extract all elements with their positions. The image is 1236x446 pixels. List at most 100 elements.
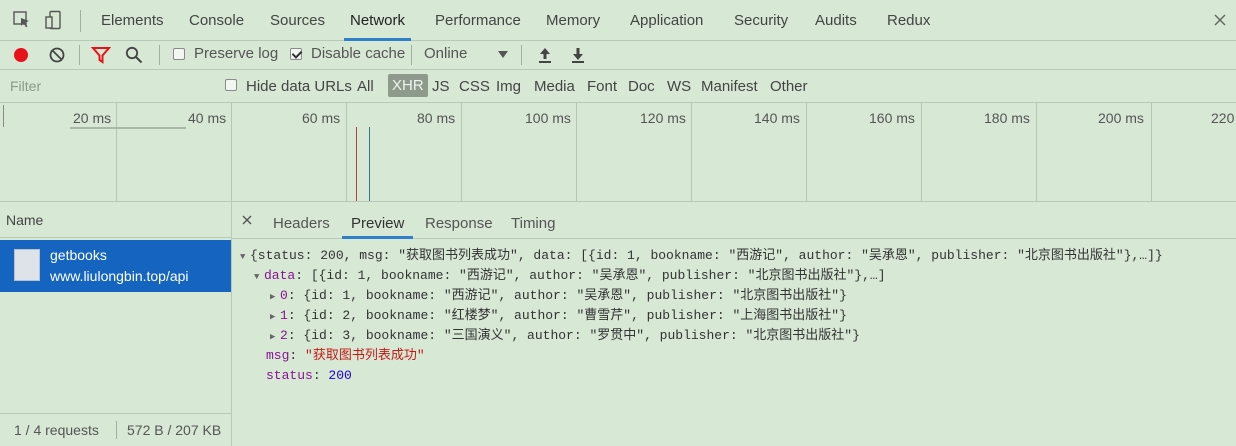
filter-type-media[interactable]: Media: [534, 78, 575, 95]
timeline-tick-label: 60 ms: [302, 110, 341, 126]
filter-input[interactable]: [0, 72, 215, 100]
tab-security[interactable]: Security: [734, 0, 788, 40]
toolbar-separator: [521, 45, 522, 65]
close-icon[interactable]: [242, 215, 252, 225]
tab-console[interactable]: Console: [189, 0, 244, 40]
request-detail-panel: Headers Preview Response Timing ▼ {status…: [232, 202, 1236, 446]
json-root-line[interactable]: ▼ {status: 200, msg: "获取图书列表成功", data: [{…: [240, 246, 1163, 266]
record-icon[interactable]: [11, 45, 31, 65]
toolbar-separator: [159, 45, 160, 65]
main-tab-bar: Elements Console Sources Network Perform…: [0, 0, 1236, 41]
json-data-line[interactable]: ▼ data: [{id: 1, bookname: "西游记", author:…: [254, 266, 886, 286]
timeline-gridline: [1036, 103, 1037, 201]
timeline-tick-label: 160 ms: [869, 110, 915, 126]
json-key: data: [264, 268, 296, 283]
transfer-size: 572 B / 207 KB: [127, 422, 222, 438]
filter-type-all[interactable]: All: [357, 78, 374, 95]
filter-type-doc[interactable]: Doc: [628, 78, 655, 95]
collapsed-triangle-icon[interactable]: ▶: [270, 327, 280, 347]
json-data-summary: [{id: 1, bookname: "西游记", author: "吴承恩",…: [310, 268, 886, 283]
timeline-gridline: [116, 103, 117, 201]
name-column-header[interactable]: Name: [0, 202, 231, 238]
timeline-tick-label: 220: [1211, 110, 1235, 126]
export-har-icon[interactable]: [568, 45, 588, 65]
timeline-gridline: [576, 103, 577, 201]
preserve-log-checkbox[interactable]: [173, 48, 185, 60]
json-number-value: 200: [328, 368, 352, 383]
chevron-down-icon[interactable]: [498, 51, 508, 58]
preserve-log-label: Preserve log: [194, 45, 279, 62]
device-toolbar-icon[interactable]: [44, 10, 64, 30]
tab-redux[interactable]: Redux: [887, 0, 930, 40]
filter-type-xhr[interactable]: XHR: [388, 74, 428, 97]
json-status-line: status: 200: [266, 368, 352, 383]
tab-sources[interactable]: Sources: [270, 0, 325, 40]
disable-cache-label: Disable cache: [311, 45, 406, 62]
filter-type-css[interactable]: CSS: [459, 78, 490, 95]
filter-type-js[interactable]: JS: [432, 78, 450, 95]
json-key: status: [266, 368, 313, 383]
tab-elements[interactable]: Elements: [101, 0, 164, 40]
timeline-gridline: [461, 103, 462, 201]
close-devtools-icon[interactable]: [1212, 12, 1228, 28]
collapsed-triangle-icon[interactable]: ▶: [270, 287, 280, 307]
hide-data-urls-checkbox[interactable]: [225, 79, 237, 91]
tab-application[interactable]: Application: [630, 0, 703, 40]
json-key: msg: [266, 348, 290, 363]
filter-icon[interactable]: [91, 45, 111, 65]
tab-response[interactable]: Response: [425, 202, 493, 238]
clear-icon[interactable]: [47, 45, 67, 65]
json-array-item[interactable]: ▶ 0: {id: 1, bookname: "西游记", author: "吴承…: [270, 286, 847, 306]
timeline-overview[interactable]: 20 ms 40 ms 60 ms 80 ms 100 ms 120 ms 14…: [0, 103, 1236, 202]
filter-type-manifest[interactable]: Manifest: [701, 78, 758, 95]
tab-timing[interactable]: Timing: [511, 202, 555, 238]
json-msg-line: msg: "获取图书列表成功": [266, 348, 425, 363]
filter-type-img[interactable]: Img: [496, 78, 521, 95]
json-preview: ▼ {status: 200, msg: "获取图书列表成功", data: [{…: [232, 242, 1236, 442]
json-string-value: "获取图书列表成功": [305, 348, 425, 363]
json-array-item[interactable]: ▶ 1: {id: 2, bookname: "红楼梦", author: "曹雪…: [270, 306, 847, 326]
filter-type-other[interactable]: Other: [770, 78, 808, 95]
json-array-item[interactable]: ▶ 2: {id: 3, bookname: "三国演义", author: "罗…: [270, 326, 860, 346]
tab-memory[interactable]: Memory: [546, 0, 600, 40]
timeline-tick-label: 200 ms: [1098, 110, 1144, 126]
expanded-triangle-icon[interactable]: ▼: [240, 247, 250, 267]
network-status-bar: 1 / 4 requests 572 B / 207 KB: [0, 413, 231, 446]
load-event-marker: [369, 127, 370, 201]
json-item-summary: {id: 2, bookname: "红楼梦", author: "曹雪芹", …: [303, 308, 847, 323]
tab-audits[interactable]: Audits: [815, 0, 857, 40]
document-icon: [14, 249, 40, 281]
search-icon[interactable]: [124, 45, 144, 65]
json-root-summary: {status: 200, msg: "获取图书列表成功", data: [{i…: [250, 248, 1163, 263]
json-key: 0: [280, 288, 288, 303]
timeline-selection-handle[interactable]: [3, 105, 4, 127]
expanded-triangle-icon[interactable]: ▼: [254, 267, 264, 287]
timeline-tick-label: 100 ms: [525, 110, 571, 126]
json-key: 2: [280, 328, 288, 343]
detail-tab-bar: Headers Preview Response Timing: [232, 202, 1236, 239]
tab-performance[interactable]: Performance: [435, 0, 521, 40]
filter-bar: Hide data URLs All XHR JS CSS Img Media …: [0, 70, 1236, 103]
filter-type-font[interactable]: Font: [587, 78, 617, 95]
collapsed-triangle-icon[interactable]: ▶: [270, 307, 280, 327]
timeline-tick-label: 120 ms: [640, 110, 686, 126]
request-name: getbooks: [50, 247, 107, 263]
tab-preview[interactable]: Preview: [341, 202, 414, 239]
toolbar-separator: [411, 45, 412, 65]
timeline-gridline: [691, 103, 692, 201]
throttling-select[interactable]: Online: [424, 45, 467, 62]
devtools-window: Elements Console Sources Network Perform…: [0, 0, 1236, 446]
disable-cache-checkbox[interactable]: [290, 48, 302, 60]
status-separator: [116, 421, 117, 439]
inspect-element-icon[interactable]: [12, 10, 32, 30]
filter-type-ws[interactable]: WS: [667, 78, 691, 95]
request-row[interactable]: getbooks www.liulongbin.top/api: [0, 240, 231, 292]
timeline-gridline: [1151, 103, 1152, 201]
network-toolbar: Preserve log Disable cache Online: [0, 41, 1236, 70]
dom-content-loaded-marker: [356, 127, 357, 201]
timeline-tick-label: 40 ms: [188, 110, 227, 126]
tab-network[interactable]: Network: [343, 0, 412, 41]
timeline-tick-label: 180 ms: [984, 110, 1030, 126]
tab-headers[interactable]: Headers: [273, 202, 330, 238]
import-har-icon[interactable]: [535, 45, 555, 65]
